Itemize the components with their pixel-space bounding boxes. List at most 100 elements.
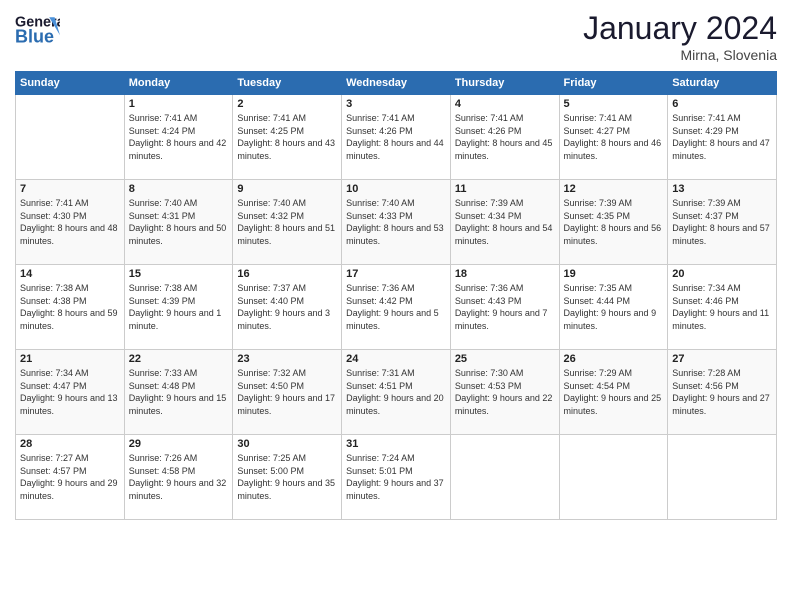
- calendar-cell: 17 Sunrise: 7:36 AM Sunset: 4:42 PM Dayl…: [342, 265, 451, 350]
- calendar-cell: 8 Sunrise: 7:40 AM Sunset: 4:31 PM Dayli…: [124, 180, 233, 265]
- day-number: 19: [564, 268, 664, 280]
- header: General Blue January 2024 Mirna, Sloveni…: [15, 10, 777, 63]
- sunrise-text: Sunrise: 7:41 AM: [672, 113, 741, 123]
- day-number: 27: [672, 353, 772, 365]
- cell-content: Sunrise: 7:29 AM Sunset: 4:54 PM Dayligh…: [564, 367, 664, 417]
- sunset-text: Sunset: 4:48 PM: [129, 381, 196, 391]
- cell-content: Sunrise: 7:39 AM Sunset: 4:35 PM Dayligh…: [564, 197, 664, 247]
- calendar-cell: 5 Sunrise: 7:41 AM Sunset: 4:27 PM Dayli…: [559, 95, 668, 180]
- week-row-2: 14 Sunrise: 7:38 AM Sunset: 4:38 PM Dayl…: [16, 265, 777, 350]
- sunset-text: Sunset: 4:31 PM: [129, 211, 196, 221]
- daylight-text: Daylight: 9 hours and 3 minutes.: [237, 308, 330, 331]
- day-number: 17: [346, 268, 446, 280]
- calendar-cell: 9 Sunrise: 7:40 AM Sunset: 4:32 PM Dayli…: [233, 180, 342, 265]
- day-number: 12: [564, 183, 664, 195]
- sunset-text: Sunset: 4:35 PM: [564, 211, 631, 221]
- cell-content: Sunrise: 7:30 AM Sunset: 4:53 PM Dayligh…: [455, 367, 555, 417]
- calendar-cell: 20 Sunrise: 7:34 AM Sunset: 4:46 PM Dayl…: [668, 265, 777, 350]
- day-number: 25: [455, 353, 555, 365]
- week-row-0: 1 Sunrise: 7:41 AM Sunset: 4:24 PM Dayli…: [16, 95, 777, 180]
- calendar-cell: 16 Sunrise: 7:37 AM Sunset: 4:40 PM Dayl…: [233, 265, 342, 350]
- sunset-text: Sunset: 5:00 PM: [237, 466, 304, 476]
- cell-content: Sunrise: 7:40 AM Sunset: 4:33 PM Dayligh…: [346, 197, 446, 247]
- cell-content: Sunrise: 7:38 AM Sunset: 4:38 PM Dayligh…: [20, 282, 120, 332]
- location: Mirna, Slovenia: [583, 47, 777, 63]
- cell-content: Sunrise: 7:41 AM Sunset: 4:25 PM Dayligh…: [237, 112, 337, 162]
- sunset-text: Sunset: 4:58 PM: [129, 466, 196, 476]
- calendar-cell: 19 Sunrise: 7:35 AM Sunset: 4:44 PM Dayl…: [559, 265, 668, 350]
- sunrise-text: Sunrise: 7:38 AM: [20, 283, 89, 293]
- calendar-cell: 6 Sunrise: 7:41 AM Sunset: 4:29 PM Dayli…: [668, 95, 777, 180]
- sunset-text: Sunset: 4:27 PM: [564, 126, 631, 136]
- daylight-text: Daylight: 8 hours and 47 minutes.: [672, 138, 770, 161]
- day-number: 24: [346, 353, 446, 365]
- calendar-cell: [450, 435, 559, 520]
- calendar-cell: 4 Sunrise: 7:41 AM Sunset: 4:26 PM Dayli…: [450, 95, 559, 180]
- sunrise-text: Sunrise: 7:34 AM: [20, 368, 89, 378]
- week-row-1: 7 Sunrise: 7:41 AM Sunset: 4:30 PM Dayli…: [16, 180, 777, 265]
- day-number: 30: [237, 438, 337, 450]
- sunset-text: Sunset: 4:34 PM: [455, 211, 522, 221]
- sunrise-text: Sunrise: 7:37 AM: [237, 283, 306, 293]
- sunset-text: Sunset: 4:33 PM: [346, 211, 413, 221]
- daylight-text: Daylight: 8 hours and 57 minutes.: [672, 223, 770, 246]
- col-thursday: Thursday: [450, 72, 559, 95]
- day-number: 29: [129, 438, 229, 450]
- daylight-text: Daylight: 9 hours and 32 minutes.: [129, 478, 227, 501]
- sunset-text: Sunset: 4:26 PM: [455, 126, 522, 136]
- daylight-text: Daylight: 8 hours and 53 minutes.: [346, 223, 444, 246]
- sunset-text: Sunset: 4:39 PM: [129, 296, 196, 306]
- day-number: 21: [20, 353, 120, 365]
- header-row: Sunday Monday Tuesday Wednesday Thursday…: [16, 72, 777, 95]
- sunrise-text: Sunrise: 7:39 AM: [672, 198, 741, 208]
- calendar-cell: 11 Sunrise: 7:39 AM Sunset: 4:34 PM Dayl…: [450, 180, 559, 265]
- week-row-4: 28 Sunrise: 7:27 AM Sunset: 4:57 PM Dayl…: [16, 435, 777, 520]
- sunset-text: Sunset: 4:50 PM: [237, 381, 304, 391]
- col-tuesday: Tuesday: [233, 72, 342, 95]
- sunrise-text: Sunrise: 7:41 AM: [237, 113, 306, 123]
- page: General Blue January 2024 Mirna, Sloveni…: [0, 0, 792, 612]
- daylight-text: Daylight: 8 hours and 44 minutes.: [346, 138, 444, 161]
- sunrise-text: Sunrise: 7:41 AM: [129, 113, 198, 123]
- cell-content: Sunrise: 7:40 AM Sunset: 4:32 PM Dayligh…: [237, 197, 337, 247]
- sunrise-text: Sunrise: 7:24 AM: [346, 453, 415, 463]
- daylight-text: Daylight: 8 hours and 56 minutes.: [564, 223, 662, 246]
- calendar-cell: 24 Sunrise: 7:31 AM Sunset: 4:51 PM Dayl…: [342, 350, 451, 435]
- day-number: 3: [346, 98, 446, 110]
- cell-content: Sunrise: 7:41 AM Sunset: 4:24 PM Dayligh…: [129, 112, 229, 162]
- day-number: 8: [129, 183, 229, 195]
- day-number: 4: [455, 98, 555, 110]
- sunset-text: Sunset: 4:32 PM: [237, 211, 304, 221]
- day-number: 31: [346, 438, 446, 450]
- cell-content: Sunrise: 7:38 AM Sunset: 4:39 PM Dayligh…: [129, 282, 229, 332]
- calendar-cell: 3 Sunrise: 7:41 AM Sunset: 4:26 PM Dayli…: [342, 95, 451, 180]
- col-wednesday: Wednesday: [342, 72, 451, 95]
- day-number: 2: [237, 98, 337, 110]
- cell-content: Sunrise: 7:27 AM Sunset: 4:57 PM Dayligh…: [20, 452, 120, 502]
- calendar-cell: 27 Sunrise: 7:28 AM Sunset: 4:56 PM Dayl…: [668, 350, 777, 435]
- sunrise-text: Sunrise: 7:31 AM: [346, 368, 415, 378]
- cell-content: Sunrise: 7:24 AM Sunset: 5:01 PM Dayligh…: [346, 452, 446, 502]
- day-number: 23: [237, 353, 337, 365]
- daylight-text: Daylight: 9 hours and 5 minutes.: [346, 308, 439, 331]
- day-number: 28: [20, 438, 120, 450]
- daylight-text: Daylight: 9 hours and 27 minutes.: [672, 393, 770, 416]
- cell-content: Sunrise: 7:40 AM Sunset: 4:31 PM Dayligh…: [129, 197, 229, 247]
- calendar-cell: [16, 95, 125, 180]
- day-number: 14: [20, 268, 120, 280]
- calendar-cell: 28 Sunrise: 7:27 AM Sunset: 4:57 PM Dayl…: [16, 435, 125, 520]
- sunrise-text: Sunrise: 7:30 AM: [455, 368, 524, 378]
- daylight-text: Daylight: 9 hours and 22 minutes.: [455, 393, 553, 416]
- daylight-text: Daylight: 8 hours and 42 minutes.: [129, 138, 227, 161]
- cell-content: Sunrise: 7:33 AM Sunset: 4:48 PM Dayligh…: [129, 367, 229, 417]
- cell-content: Sunrise: 7:39 AM Sunset: 4:34 PM Dayligh…: [455, 197, 555, 247]
- calendar-cell: 22 Sunrise: 7:33 AM Sunset: 4:48 PM Dayl…: [124, 350, 233, 435]
- sunrise-text: Sunrise: 7:34 AM: [672, 283, 741, 293]
- calendar-cell: 21 Sunrise: 7:34 AM Sunset: 4:47 PM Dayl…: [16, 350, 125, 435]
- logo: General Blue: [15, 10, 62, 48]
- calendar-cell: 14 Sunrise: 7:38 AM Sunset: 4:38 PM Dayl…: [16, 265, 125, 350]
- cell-content: Sunrise: 7:37 AM Sunset: 4:40 PM Dayligh…: [237, 282, 337, 332]
- cell-content: Sunrise: 7:41 AM Sunset: 4:29 PM Dayligh…: [672, 112, 772, 162]
- cell-content: Sunrise: 7:25 AM Sunset: 5:00 PM Dayligh…: [237, 452, 337, 502]
- sunset-text: Sunset: 4:26 PM: [346, 126, 413, 136]
